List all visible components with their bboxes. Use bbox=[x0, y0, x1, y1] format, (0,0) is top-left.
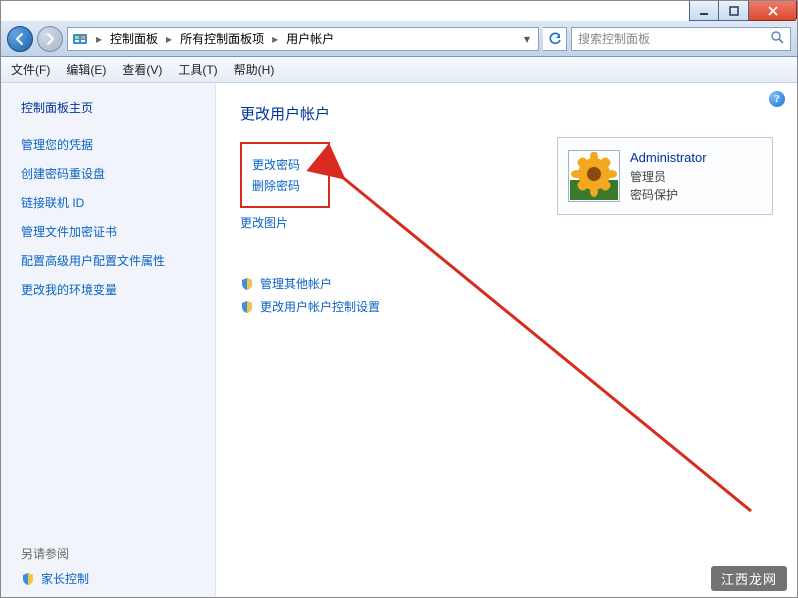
maximize-button[interactable] bbox=[719, 1, 749, 21]
address-bar[interactable]: ▸ 控制面板 ▸ 所有控制面板项 ▸ 用户帐户 ▾ bbox=[67, 27, 539, 51]
current-account-card: Administrator 管理员 密码保护 bbox=[557, 137, 773, 215]
search-placeholder: 搜索控制面板 bbox=[578, 30, 650, 47]
menu-bar: 文件(F) 编辑(E) 查看(V) 工具(T) 帮助(H) bbox=[1, 57, 797, 83]
uac-settings-label: 更改用户帐户控制设置 bbox=[260, 298, 380, 315]
close-button[interactable] bbox=[749, 1, 797, 21]
control-panel-icon bbox=[72, 31, 88, 47]
chevron-right-icon: ▸ bbox=[164, 32, 174, 46]
chevron-right-icon: ▸ bbox=[94, 32, 104, 46]
parental-controls-link[interactable]: 家长控制 bbox=[21, 570, 203, 587]
manage-other-accounts-link[interactable]: 管理其他帐户 bbox=[240, 275, 773, 292]
page-title: 更改用户帐户 bbox=[240, 103, 773, 124]
sidebar-item-encryption-cert[interactable]: 管理文件加密证书 bbox=[21, 223, 203, 240]
menu-file[interactable]: 文件(F) bbox=[11, 61, 50, 78]
account-role: 管理员 bbox=[630, 168, 707, 186]
parental-controls-label: 家长控制 bbox=[41, 570, 89, 587]
sidebar: 控制面板主页 管理您的凭据 创建密码重设盘 链接联机 ID 管理文件加密证书 配… bbox=[1, 83, 216, 597]
back-button[interactable] bbox=[7, 26, 33, 52]
avatar bbox=[568, 150, 620, 202]
sidebar-item-env-vars[interactable]: 更改我的环境变量 bbox=[21, 281, 203, 298]
sidebar-item-profile-props[interactable]: 配置高级用户配置文件属性 bbox=[21, 252, 203, 269]
breadcrumb-leaf[interactable]: 用户帐户 bbox=[286, 30, 334, 47]
sidebar-title[interactable]: 控制面板主页 bbox=[21, 99, 203, 116]
change-password-link[interactable]: 更改密码 bbox=[252, 156, 300, 173]
sidebar-item-online-id[interactable]: 链接联机 ID bbox=[21, 194, 203, 211]
shield-icon bbox=[21, 572, 35, 586]
uac-settings-link[interactable]: 更改用户帐户控制设置 bbox=[240, 298, 773, 315]
refresh-button[interactable] bbox=[543, 27, 567, 51]
chevron-right-icon: ▸ bbox=[270, 32, 280, 46]
minimize-button[interactable] bbox=[689, 1, 719, 21]
sidebar-item-credentials[interactable]: 管理您的凭据 bbox=[21, 136, 203, 153]
search-input[interactable]: 搜索控制面板 bbox=[571, 27, 791, 51]
navigation-bar: ▸ 控制面板 ▸ 所有控制面板项 ▸ 用户帐户 ▾ 搜索控制面板 bbox=[1, 21, 797, 57]
shield-icon bbox=[240, 300, 254, 314]
search-icon bbox=[771, 31, 784, 47]
menu-help[interactable]: 帮助(H) bbox=[234, 61, 275, 78]
address-dropdown-icon[interactable]: ▾ bbox=[520, 32, 534, 46]
breadcrumb-mid[interactable]: 所有控制面板项 bbox=[180, 30, 264, 47]
account-status: 密码保护 bbox=[630, 186, 707, 204]
remove-password-link[interactable]: 删除密码 bbox=[252, 177, 300, 194]
manage-other-accounts-label: 管理其他帐户 bbox=[260, 275, 332, 292]
sidebar-item-reset-disk[interactable]: 创建密码重设盘 bbox=[21, 165, 203, 182]
see-also-label: 另请参阅 bbox=[21, 545, 203, 562]
breadcrumb-root[interactable]: 控制面板 bbox=[110, 30, 158, 47]
forward-button[interactable] bbox=[37, 26, 63, 52]
help-icon[interactable]: ? bbox=[769, 91, 785, 107]
menu-edit[interactable]: 编辑(E) bbox=[66, 61, 106, 78]
main-content: ? 更改用户帐户 更改密码 删除密码 更改图片 管理其他帐户 更改用户帐户控制设… bbox=[216, 83, 797, 597]
change-picture-link[interactable]: 更改图片 bbox=[240, 214, 773, 231]
account-name: Administrator bbox=[630, 148, 707, 168]
highlighted-actions-box: 更改密码 删除密码 bbox=[240, 142, 330, 208]
menu-tools[interactable]: 工具(T) bbox=[178, 61, 217, 78]
shield-icon bbox=[240, 277, 254, 291]
watermark: 江西龙网 bbox=[711, 566, 787, 591]
menu-view[interactable]: 查看(V) bbox=[122, 61, 162, 78]
